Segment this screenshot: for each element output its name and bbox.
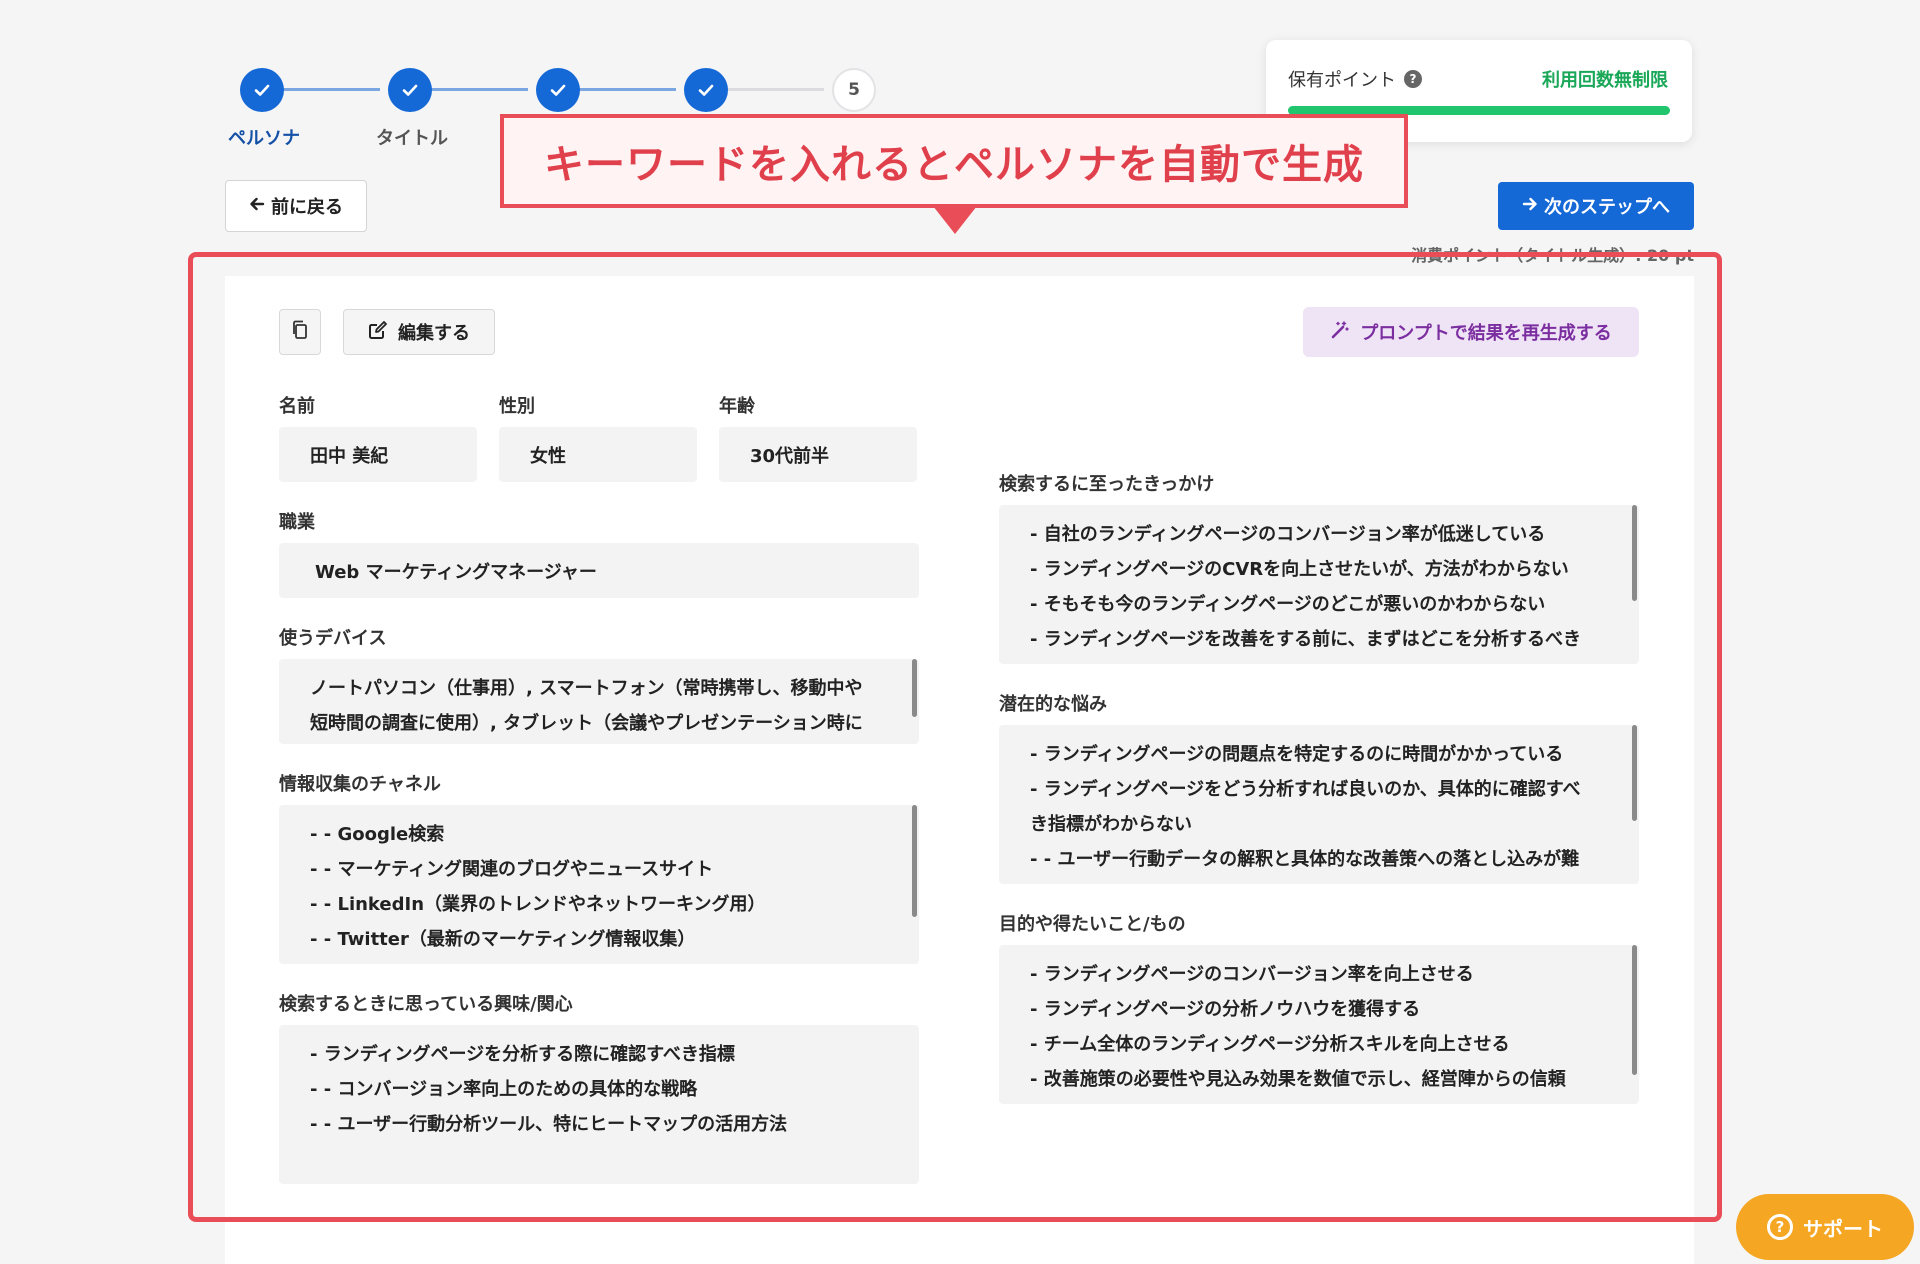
- job-field[interactable]: Web マーケティングマネージャー: [279, 543, 919, 598]
- age-field[interactable]: 30代前半: [719, 427, 917, 482]
- step-2-check-icon[interactable]: [388, 68, 432, 112]
- interests-textarea[interactable]: - ランディングページを分析する際に確認すべき指標 - - コンバージョン率向上…: [279, 1025, 919, 1184]
- regenerate-button[interactable]: プロンプトで結果を再生成する: [1303, 307, 1639, 357]
- interests-line: - ランディングページを分析する際に確認すべき指標: [310, 1044, 735, 1065]
- support-button[interactable]: ? サポート: [1736, 1194, 1914, 1260]
- step-label-title[interactable]: タイトル: [376, 124, 448, 150]
- interests-line: - - ユーザー行動分析ツール、特にヒートマップの活用方法: [310, 1114, 788, 1135]
- step-connector: [712, 88, 824, 91]
- gender-field[interactable]: 女性: [499, 427, 697, 482]
- magic-wand-icon: [1330, 320, 1350, 345]
- arrow-left-icon: [249, 196, 265, 217]
- name-field[interactable]: 田中 美紀: [279, 427, 477, 482]
- goal-line: - ランディングページの分析ノウハウを獲得する: [1030, 999, 1421, 1020]
- edit-button[interactable]: 編集する: [343, 309, 495, 355]
- pain-line: - ランディングページをどう分析すれば良いのか、具体的に確認すべ: [1030, 779, 1581, 800]
- channels-line: - - Twitter（最新のマーケティング情報収集）: [310, 929, 696, 950]
- pain-label: 潜在的な悩み: [999, 694, 1107, 715]
- pain-line: - - ユーザー行動データの解釈と具体的な改善策への落とし込みが難: [1030, 849, 1580, 870]
- points-status: 利用回数無制限: [1542, 70, 1668, 91]
- trigger-line: - 自社のランディングページのコンバージョン率が低迷している: [1030, 524, 1546, 545]
- edit-icon: [368, 320, 388, 345]
- goal-label: 目的や得たいこと/もの: [999, 914, 1186, 935]
- channels-line: - - Google検索: [310, 824, 445, 845]
- arrow-right-icon: [1522, 196, 1538, 217]
- question-circle-icon: ?: [1767, 1214, 1793, 1240]
- step-connector: [416, 88, 528, 91]
- channels-scrollbar[interactable]: [912, 805, 917, 917]
- goal-line: - チーム全体のランディングページ分析スキルを向上させる: [1030, 1034, 1510, 1055]
- step-label-persona[interactable]: ペルソナ: [228, 124, 300, 150]
- pain-textarea[interactable]: - ランディングページの問題点を特定するのに時間がかかっている - ランディング…: [999, 725, 1639, 884]
- interests-line: - - コンバージョン率向上のための具体的な戦略: [310, 1079, 698, 1100]
- callout-text: キーワードを入れるとペルソナを自動で生成: [544, 142, 1364, 188]
- points-label: 保有ポイント: [1288, 70, 1396, 91]
- step-1-check-icon[interactable]: [240, 68, 284, 112]
- trigger-line: - ランディングページのCVRを向上させたいが、方法がわからない: [1030, 559, 1569, 580]
- trigger-line: - ランディングページを改善をする前に、まずはどこを分析するべき: [1030, 629, 1582, 650]
- goal-scrollbar[interactable]: [1632, 945, 1637, 1075]
- callout-box: キーワードを入れるとペルソナを自動で生成: [500, 114, 1408, 208]
- edit-button-label: 編集する: [398, 323, 470, 344]
- job-label: 職業: [279, 512, 315, 533]
- regenerate-label: プロンプトで結果を再生成する: [1360, 323, 1612, 344]
- step-3-check-icon[interactable]: [536, 68, 580, 112]
- trigger-label: 検索するに至ったきっかけ: [999, 474, 1215, 495]
- devices-line: 短時間の調査に使用）, タブレット（会議やプレゼンテーション時に: [310, 713, 863, 734]
- step-connector: [268, 88, 380, 91]
- trigger-scrollbar[interactable]: [1632, 505, 1637, 601]
- age-label: 年齢: [719, 396, 755, 417]
- next-step-button[interactable]: 次のステップへ: [1498, 182, 1694, 230]
- goal-line: - 改善施策の必要性や見込み効果を数値で示し、経営陣からの信頼: [1030, 1069, 1566, 1090]
- support-label: サポート: [1803, 1216, 1883, 1241]
- devices-scrollbar[interactable]: [912, 659, 917, 717]
- devices-line: ノートパソコン（仕事用）, スマートフォン（常時携帯し、移動中や: [310, 678, 863, 699]
- channels-line: - - LinkedIn（業界のトレンドやネットワーキング用）: [310, 894, 766, 915]
- pain-line: き指標がわからない: [1030, 814, 1192, 835]
- next-step-label: 次のステップへ: [1544, 197, 1670, 218]
- name-label: 名前: [279, 396, 315, 417]
- points-label-row: 保有ポイント ?: [1288, 66, 1422, 92]
- consume-points-note: 消費ポイント（タイトル生成）: 20 pt: [1411, 246, 1694, 265]
- goal-line: - ランディングページのコンバージョン率を向上させる: [1030, 964, 1474, 985]
- step-5-number[interactable]: 5: [832, 68, 876, 112]
- question-circle-icon[interactable]: ?: [1404, 70, 1422, 88]
- interests-label: 検索するときに思っている興味/関心: [279, 994, 573, 1015]
- callout-pointer: [933, 206, 977, 234]
- devices-textarea[interactable]: ノートパソコン（仕事用）, スマートフォン（常時携帯し、移動中や 短時間の調査に…: [279, 659, 919, 744]
- trigger-textarea[interactable]: - 自社のランディングページのコンバージョン率が低迷している - ランディングペ…: [999, 505, 1639, 664]
- step-4-check-icon[interactable]: [684, 68, 728, 112]
- goal-textarea[interactable]: - ランディングページのコンバージョン率を向上させる - ランディングページの分…: [999, 945, 1639, 1104]
- pain-line: - ランディングページの問題点を特定するのに時間がかかっている: [1030, 744, 1564, 765]
- step-connector: [564, 88, 676, 91]
- back-button-label: 前に戻る: [271, 197, 343, 218]
- copy-button[interactable]: [279, 309, 321, 355]
- pain-scrollbar[interactable]: [1632, 725, 1637, 821]
- trigger-line: - そもそも今のランディングページのどこが悪いのかわからない: [1030, 594, 1546, 615]
- devices-label: 使うデバイス: [279, 628, 387, 649]
- back-button[interactable]: 前に戻る: [225, 180, 367, 232]
- channels-line: - - マーケティング関連のブログやニュースサイト: [310, 859, 714, 880]
- copy-icon: [291, 320, 309, 345]
- channels-textarea[interactable]: - - Google検索 - - マーケティング関連のブログやニュースサイト -…: [279, 805, 919, 964]
- channels-label: 情報収集のチャネル: [279, 774, 441, 795]
- gender-label: 性別: [499, 396, 535, 417]
